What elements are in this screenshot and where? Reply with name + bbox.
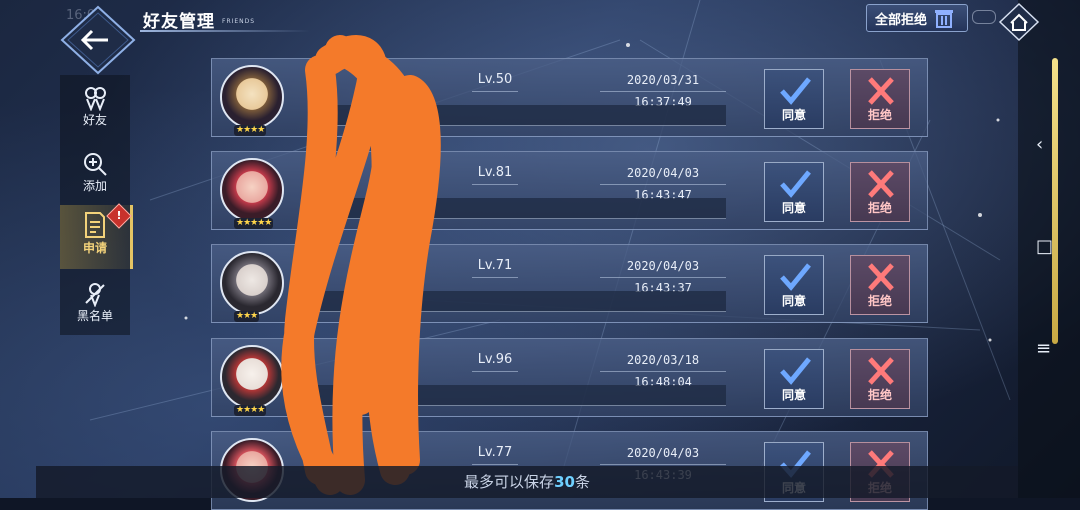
sidebar-item-label: 黑名单 bbox=[76, 309, 113, 323]
sidebar-item-label: 申请 bbox=[82, 241, 107, 255]
request-row: ★★★ Lv.71 2020/04/03 16:43:37 同意 拒绝 bbox=[211, 244, 928, 323]
reject-button[interactable]: 拒绝 bbox=[850, 69, 910, 129]
player-level: Lv.50 bbox=[472, 69, 518, 92]
request-row: ★★★★ Lv.50 2020/03/31 16:37:49 同意 拒绝 bbox=[211, 58, 928, 137]
page-subtitle: FRIENDS bbox=[222, 18, 256, 25]
check-icon bbox=[780, 357, 811, 385]
footer-count: 30 bbox=[554, 473, 575, 491]
page-title: 好友管理 bbox=[143, 12, 215, 32]
sidebar-item-friends[interactable]: 好友 bbox=[60, 79, 130, 139]
header-bar: 16:0 好友管理 FRIENDS 全部拒绝 bbox=[0, 0, 1040, 75]
reject-button[interactable]: 拒绝 bbox=[850, 349, 910, 409]
avatar bbox=[220, 65, 284, 129]
accept-button[interactable]: 同意 bbox=[764, 349, 824, 409]
cross-icon bbox=[868, 263, 894, 291]
accept-button[interactable]: 同意 bbox=[764, 69, 824, 129]
request-message bbox=[318, 291, 726, 312]
system-navigation-bar: ‹ □ ≡ bbox=[1018, 0, 1080, 498]
rarity-stars: ★★★ bbox=[234, 311, 260, 322]
footer-text: 最多可以保存 bbox=[464, 473, 555, 491]
notification-badge: ! bbox=[106, 203, 132, 229]
toggle-switch[interactable] bbox=[972, 10, 996, 24]
title-underline bbox=[140, 30, 310, 32]
avatar bbox=[220, 345, 284, 409]
rarity-stars: ★★★★ bbox=[234, 405, 267, 416]
request-doc-icon bbox=[85, 212, 105, 238]
accept-label: 同意 bbox=[781, 294, 806, 308]
avatar bbox=[220, 251, 284, 315]
rarity-stars: ★★★★★ bbox=[234, 218, 274, 229]
accept-label: 同意 bbox=[781, 108, 806, 122]
request-date: 2020/04/03 16:43:39 bbox=[600, 442, 726, 482]
player-level: Lv.71 bbox=[472, 255, 518, 278]
reject-label: 拒绝 bbox=[867, 294, 892, 308]
sidebar-item-blacklist[interactable]: 黑名单 bbox=[60, 275, 130, 335]
player-level: Lv.81 bbox=[472, 162, 518, 185]
cross-icon bbox=[868, 170, 894, 198]
reject-label: 拒绝 bbox=[867, 388, 892, 402]
back-chevron-icon[interactable]: ‹ bbox=[1036, 134, 1043, 155]
reject-button[interactable]: 拒绝 bbox=[850, 162, 910, 222]
request-date: 2020/03/18 16:48:04 bbox=[600, 349, 726, 389]
sidebar-item-requests[interactable]: 申请 ! bbox=[60, 203, 133, 269]
request-date: 2020/04/03 16:43:37 bbox=[600, 255, 726, 295]
check-icon bbox=[780, 77, 811, 105]
accept-button[interactable]: 同意 bbox=[764, 162, 824, 222]
request-date: 2020/03/31 16:37:49 bbox=[600, 69, 726, 109]
trash-icon bbox=[935, 10, 954, 28]
menu-lines-icon[interactable]: ≡ bbox=[1036, 338, 1051, 359]
reject-label: 拒绝 bbox=[867, 108, 892, 122]
accept-button[interactable]: 同意 bbox=[764, 255, 824, 315]
rarity-stars: ★★★★ bbox=[234, 125, 267, 136]
accept-label: 同意 bbox=[781, 201, 806, 215]
check-icon bbox=[780, 170, 811, 198]
player-level: Lv.96 bbox=[472, 349, 518, 372]
request-message bbox=[318, 198, 726, 219]
request-message bbox=[318, 105, 726, 126]
reject-all-button[interactable]: 全部拒绝 bbox=[866, 4, 968, 32]
accept-label: 同意 bbox=[781, 388, 806, 402]
reject-label: 拒绝 bbox=[867, 201, 892, 215]
footer-suffix: 条 bbox=[574, 473, 590, 491]
footer-notice: 最多可以保存30条 bbox=[36, 466, 1018, 498]
sidebar-item-label: 好友 bbox=[82, 113, 107, 127]
blacklist-icon bbox=[85, 283, 105, 307]
request-message bbox=[318, 385, 726, 406]
home-square-icon[interactable]: □ bbox=[1036, 236, 1053, 257]
cross-icon bbox=[868, 77, 894, 105]
check-icon bbox=[780, 263, 811, 291]
reject-all-label: 全部拒绝 bbox=[875, 12, 928, 28]
home-button[interactable] bbox=[998, 2, 1040, 42]
avatar bbox=[220, 158, 284, 222]
player-level: Lv.77 bbox=[472, 442, 518, 465]
sidebar-item-label: 添加 bbox=[82, 179, 107, 193]
friends-icon bbox=[85, 87, 106, 111]
cross-icon bbox=[868, 357, 894, 385]
sidebar: 好友 添加 申请 ! 黑名单 bbox=[60, 75, 133, 335]
scrollbar[interactable] bbox=[1052, 58, 1058, 344]
reject-button[interactable]: 拒绝 bbox=[850, 255, 910, 315]
back-button[interactable] bbox=[60, 5, 136, 75]
request-date: 2020/04/03 16:43:47 bbox=[600, 162, 726, 202]
sidebar-item-add[interactable]: 添加 bbox=[60, 145, 130, 205]
search-add-icon bbox=[84, 153, 107, 176]
request-row: ★★★★★ Lv.81 2020/04/03 16:43:47 同意 拒绝 bbox=[211, 151, 928, 230]
request-row: ★★★★ Lv.96 2020/03/18 16:48:04 同意 拒绝 bbox=[211, 338, 928, 417]
